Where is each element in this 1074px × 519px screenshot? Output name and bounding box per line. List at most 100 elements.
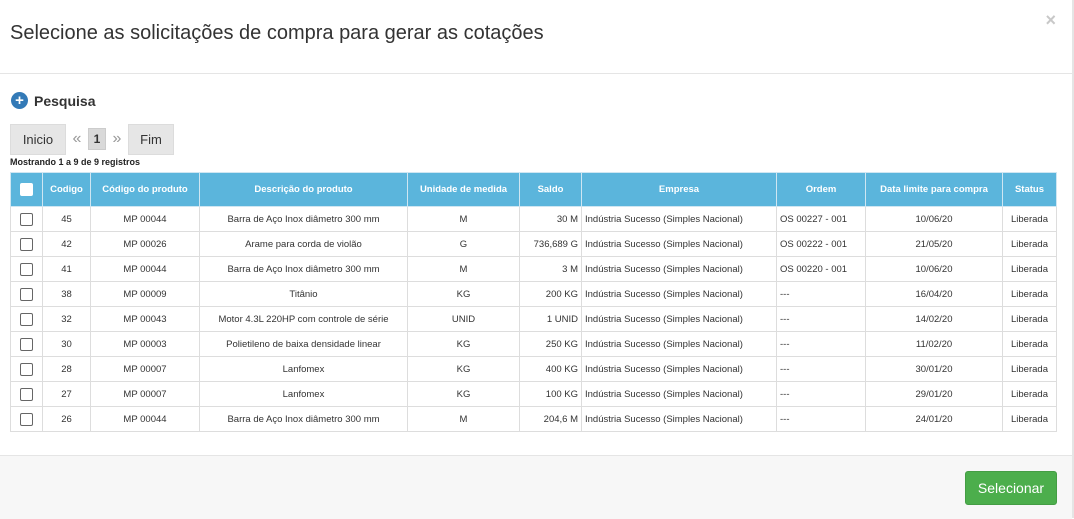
cell-empresa: Indústria Sucesso (Simples Nacional) xyxy=(581,356,777,382)
cell-status: Liberada xyxy=(1002,406,1057,432)
row-checkbox[interactable] xyxy=(20,362,33,376)
cell-empresa: Indústria Sucesso (Simples Nacional) xyxy=(581,206,777,232)
cell-unidade: KG xyxy=(407,281,520,307)
row-select-cell xyxy=(10,306,43,332)
cell-unidade: KG xyxy=(407,381,520,407)
cell-codigo: 27 xyxy=(42,381,91,407)
row-select-cell xyxy=(10,281,43,307)
cell-data: 10/06/20 xyxy=(865,206,1003,232)
cell-produto: MP 00043 xyxy=(90,306,200,332)
row-checkbox[interactable] xyxy=(20,387,33,401)
cell-saldo: 100 KG xyxy=(519,381,582,407)
cell-ordem: --- xyxy=(776,356,866,382)
column-header[interactable]: Empresa xyxy=(581,172,777,207)
cell-produto: MP 00007 xyxy=(90,381,200,407)
column-header[interactable]: Codigo xyxy=(42,172,91,207)
cell-status: Liberada xyxy=(1002,331,1057,357)
last-page-button[interactable]: Fim xyxy=(128,123,174,155)
table-row[interactable]: 26 MP 00044 Barra de Aço Inox diâmetro 300… xyxy=(10,406,1057,432)
cell-empresa: Indústria Sucesso (Simples Nacional) xyxy=(581,306,777,332)
modal-title: Selecione as solicitações de compra para… xyxy=(10,22,544,44)
table-row[interactable]: 42 MP 00026 Arame para corda de violão G 736… xyxy=(10,231,1057,257)
row-checkbox[interactable] xyxy=(20,287,33,301)
table-row[interactable]: 45 MP 00044 Barra de Aço Inox diâmetro 300… xyxy=(10,206,1057,232)
cell-status: Liberada xyxy=(1002,206,1057,232)
table-header-row: Codigo Código do produto Descrição do pr… xyxy=(10,172,1057,207)
cell-saldo: 400 KG xyxy=(519,356,582,382)
cell-empresa: Indústria Sucesso (Simples Nacional) xyxy=(581,231,777,257)
column-header[interactable]: Data limite para compra xyxy=(865,172,1003,207)
search-label: Pesquisa xyxy=(34,92,96,109)
cell-unidade: KG xyxy=(407,356,520,382)
cell-ordem: OS 00227 - 001 xyxy=(776,206,866,232)
row-select-cell xyxy=(10,206,43,232)
table-row[interactable]: 27 MP 00007 Lanfomex KG 100 KG Indústria Suce… xyxy=(10,381,1057,407)
table-row[interactable]: 30 MP 00003 Polietileno de baixa densidade… xyxy=(10,331,1057,357)
close-icon[interactable]: × xyxy=(1045,10,1056,31)
cell-descricao: Barra de Aço Inox diâmetro 300 mm xyxy=(199,206,408,232)
page-number-button[interactable]: 1 xyxy=(88,128,106,150)
cell-data: 14/02/20 xyxy=(865,306,1003,332)
purchase-request-modal: Selecione as solicitações de compra para… xyxy=(0,0,1074,519)
row-checkbox[interactable] xyxy=(20,312,33,326)
cell-descricao: Lanfomex xyxy=(199,381,408,407)
select-button[interactable]: Selecionar xyxy=(965,471,1057,505)
column-header[interactable]: Saldo xyxy=(519,172,582,207)
column-header[interactable]: Unidade de medida xyxy=(407,172,520,207)
cell-ordem: --- xyxy=(776,381,866,407)
cell-produto: MP 00044 xyxy=(90,256,200,282)
row-select-cell xyxy=(10,256,43,282)
row-checkbox[interactable] xyxy=(20,262,33,276)
select-all-cell xyxy=(10,172,43,207)
row-checkbox[interactable] xyxy=(20,237,33,251)
cell-saldo: 204,6 M xyxy=(519,406,582,432)
cell-unidade: UNID xyxy=(407,306,520,332)
cell-codigo: 41 xyxy=(42,256,91,282)
row-select-cell xyxy=(10,381,43,407)
prev-page-icon[interactable]: « xyxy=(66,130,88,148)
cell-codigo: 42 xyxy=(42,231,91,257)
cell-produto: MP 00007 xyxy=(90,356,200,382)
records-count-text: Mostrando 1 a 9 de 9 registros xyxy=(10,157,141,167)
cell-codigo: 26 xyxy=(42,406,91,432)
cell-descricao: Titânio xyxy=(199,281,408,307)
column-header[interactable]: Status xyxy=(1002,172,1057,207)
cell-unidade: G xyxy=(407,231,520,257)
first-page-button[interactable]: Inicio xyxy=(10,123,66,155)
cell-status: Liberada xyxy=(1002,356,1057,382)
cell-descricao: Lanfomex xyxy=(199,356,408,382)
row-checkbox[interactable] xyxy=(20,337,33,351)
cell-codigo: 28 xyxy=(42,356,91,382)
cell-unidade: M xyxy=(407,206,520,232)
select-all-checkbox[interactable] xyxy=(20,183,33,196)
column-header[interactable]: Código do produto xyxy=(90,172,200,207)
row-checkbox[interactable] xyxy=(20,212,33,226)
column-header[interactable]: Ordem xyxy=(776,172,866,207)
row-checkbox[interactable] xyxy=(20,412,33,426)
pagination: Inicio « 1 » Fim xyxy=(10,123,174,155)
row-select-cell xyxy=(10,406,43,432)
table-row[interactable]: 32 MP 00043 Motor 4.3L 220HP com controle … xyxy=(10,306,1057,332)
cell-ordem: OS 00220 - 001 xyxy=(776,256,866,282)
table-row[interactable]: 41 MP 00044 Barra de Aço Inox diâmetro 300… xyxy=(10,256,1057,282)
table-row[interactable]: 28 MP 00007 Lanfomex KG 400 KG Indústria Suce… xyxy=(10,356,1057,382)
cell-status: Liberada xyxy=(1002,231,1057,257)
cell-empresa: Indústria Sucesso (Simples Nacional) xyxy=(581,256,777,282)
cell-ordem: --- xyxy=(776,281,866,307)
cell-saldo: 250 KG xyxy=(519,331,582,357)
cell-saldo: 3 M xyxy=(519,256,582,282)
cell-unidade: M xyxy=(407,256,520,282)
cell-descricao: Motor 4.3L 220HP com controle de série xyxy=(199,306,408,332)
column-header[interactable]: Descrição do produto xyxy=(199,172,408,207)
row-select-cell xyxy=(10,331,43,357)
cell-empresa: Indústria Sucesso (Simples Nacional) xyxy=(581,381,777,407)
cell-empresa: Indústria Sucesso (Simples Nacional) xyxy=(581,331,777,357)
cell-data: 24/01/20 xyxy=(865,406,1003,432)
cell-status: Liberada xyxy=(1002,281,1057,307)
table-row[interactable]: 38 MP 00009 Titânio KG 200 KG Indústria Suces… xyxy=(10,281,1057,307)
cell-produto: MP 00026 xyxy=(90,231,200,257)
next-page-icon[interactable]: » xyxy=(106,130,128,148)
cell-produto: MP 00009 xyxy=(90,281,200,307)
search-toggle[interactable]: + Pesquisa xyxy=(11,92,95,109)
cell-produto: MP 00044 xyxy=(90,406,200,432)
